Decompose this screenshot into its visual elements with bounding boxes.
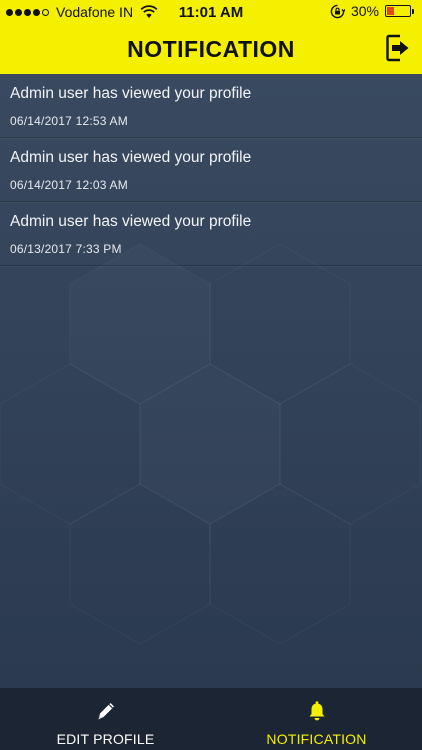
page-title: NOTIFICATION [127, 36, 295, 62]
list-item[interactable]: Admin user has viewed your profile 06/14… [0, 138, 422, 202]
notification-time: 06/13/2017 7:33 PM [10, 242, 122, 256]
logout-icon [386, 34, 409, 62]
tab-bar: EDIT PROFILE NOTIFICATION [0, 688, 422, 750]
notification-time: 06/14/2017 12:53 AM [10, 114, 128, 128]
tab-notification[interactable]: NOTIFICATION [211, 688, 422, 750]
list-item[interactable]: Admin user has viewed your profile 06/14… [0, 74, 422, 138]
battery-percent: 30% [350, 3, 379, 19]
signal-dot [15, 8, 22, 16]
status-right: 30% [330, 3, 414, 19]
battery-tip [412, 8, 414, 14]
notification-message: Admin user has viewed your profile [10, 85, 252, 102]
notification-message: Admin user has viewed your profile [10, 149, 252, 166]
wifi-icon [140, 5, 158, 18]
signal-dot [33, 8, 40, 16]
signal-dot [6, 8, 13, 16]
tab-label: EDIT PROFILE [56, 731, 155, 747]
tab-edit-profile[interactable]: EDIT PROFILE [0, 688, 211, 750]
status-bar: Vodafone IN 11:01 AM 30% [0, 0, 422, 24]
carrier-name: Vodafone IN [56, 4, 134, 20]
tab-label: NOTIFICATION [266, 731, 367, 747]
notification-list: Admin user has viewed your profile 06/14… [0, 74, 422, 266]
rotation-lock-icon [330, 4, 345, 18]
bell-icon [309, 701, 324, 721]
signal-strength-icon [6, 8, 49, 16]
battery-icon [385, 5, 414, 17]
signal-dot-empty [42, 8, 49, 16]
notification-message: Admin user has viewed your profile [10, 213, 252, 230]
battery-fill [387, 7, 394, 15]
pencil-icon [97, 703, 114, 720]
top-bar: Vodafone IN 11:01 AM 30% NOTIFICATION [0, 0, 422, 74]
status-left: Vodafone IN [6, 4, 158, 20]
logout-button[interactable] [386, 34, 410, 62]
list-item[interactable]: Admin user has viewed your profile 06/13… [0, 202, 422, 266]
battery-body [385, 5, 411, 17]
signal-dot [24, 8, 31, 16]
notification-time: 06/14/2017 12:03 AM [10, 178, 128, 192]
